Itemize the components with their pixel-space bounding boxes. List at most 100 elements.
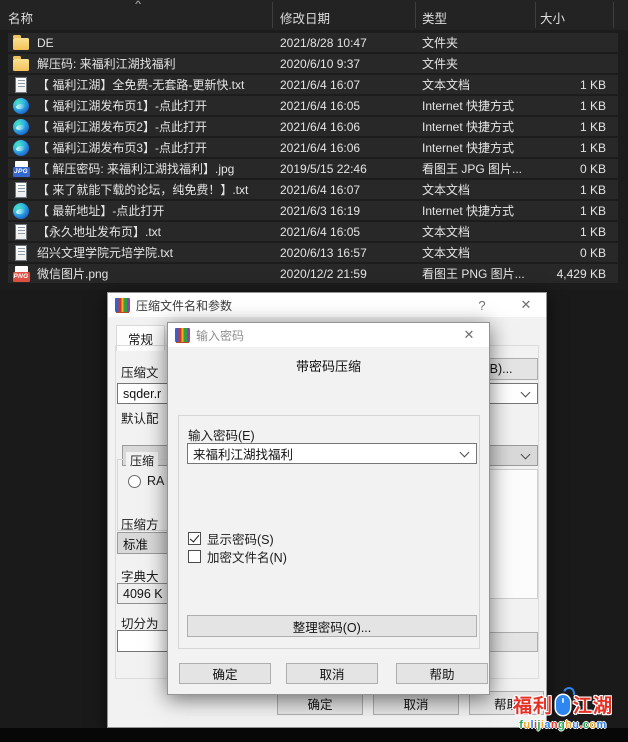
file-list: DE2021/8/28 10:47文件夹解压码: 来福利江湖找福利2020/6/… [8, 33, 618, 285]
file-name: DE [37, 36, 54, 50]
file-explorer-pane: ^ 名称 修改日期 类型 大小 DE2021/8/28 10:47文件夹解压码:… [0, 0, 628, 290]
edge-shortcut-icon [13, 140, 29, 156]
file-type: 看图王 PNG 图片... [415, 265, 535, 282]
file-size: 1 KB [535, 183, 618, 197]
password-dialog-title: 输入密码 [196, 327, 244, 344]
column-header-name[interactable]: 名称 [8, 8, 33, 27]
folder-icon [13, 59, 29, 71]
compression-method-label: 压缩方 [121, 514, 159, 533]
edge-shortcut-icon [13, 203, 29, 219]
file-size: 1 KB [535, 225, 618, 239]
file-name: 绍兴文理学院元培学院.txt [37, 244, 173, 261]
file-name: 【 福利江湖发布页1】-点此打开 [37, 97, 207, 114]
archive-dialog-titlebar: 压缩文件名和参数 ? ✕ [108, 293, 546, 317]
compression-method-value: 标准 [123, 534, 148, 553]
file-size: 0 KB [535, 162, 618, 176]
column-header-date[interactable]: 修改日期 [280, 8, 330, 27]
file-type: 文本文档 [415, 223, 535, 240]
show-password-checkbox[interactable]: 显示密码(S) [188, 529, 274, 548]
column-header-size[interactable]: 大小 [540, 8, 565, 27]
encrypt-names-label: 加密文件名(N) [207, 547, 287, 566]
file-date: 2020/12/2 21:59 [272, 267, 415, 281]
ok-button-label: 确定 [307, 694, 332, 713]
file-type: Internet 快捷方式 [415, 202, 535, 219]
file-name: 【永久地址发布页】.txt [37, 223, 161, 240]
file-row[interactable]: 【 福利江湖发布页2】-点此打开2021/6/4 16:06Internet 快… [8, 117, 618, 136]
archive-name-label: 压缩文 [121, 362, 159, 381]
file-row[interactable]: PNG 微信图片.png 2020/12/2 21:59看图王 PNG 图片...4… [8, 264, 618, 283]
column-divider[interactable] [613, 2, 614, 28]
file-date: 2021/8/28 10:47 [272, 36, 415, 50]
file-type: 文本文档 [415, 244, 535, 261]
file-row[interactable]: DE2021/8/28 10:47文件夹 [8, 33, 618, 52]
file-size: 0 KB [535, 246, 618, 260]
jpg-file-icon: JPG [15, 161, 28, 177]
password-combobox[interactable]: 来福利江湖找福利 [187, 443, 477, 464]
folder-icon [13, 38, 29, 50]
file-date: 2021/6/4 16:06 [272, 120, 415, 134]
password-dialog-header: 带密码压缩 [168, 356, 489, 375]
file-date: 2021/6/4 16:05 [272, 225, 415, 239]
format-rar-label: RA [147, 474, 164, 488]
file-type: Internet 快捷方式 [415, 118, 535, 135]
txt-file-icon [15, 77, 27, 93]
file-type: Internet 快捷方式 [415, 139, 535, 156]
file-row[interactable]: 解压码: 来福利江湖找福利2020/6/10 9:37文件夹 [8, 54, 618, 73]
file-size: 4,429 KB [535, 267, 618, 281]
file-date: 2021/6/4 16:07 [272, 183, 415, 197]
file-name: 解压码: 来福利江湖找福利 [37, 55, 176, 72]
column-header-type[interactable]: 类型 [422, 8, 447, 27]
cancel-button-label: 取消 [319, 664, 344, 683]
file-name: 【 最新地址】-点此打开 [37, 202, 164, 219]
help-button-label: 帮助 [429, 664, 454, 683]
radio-icon[interactable] [128, 475, 141, 488]
file-date: 2020/6/13 16:57 [272, 246, 415, 260]
file-row[interactable]: 【永久地址发布页】.txt 2021/6/4 16:05文本文档1 KB [8, 222, 618, 241]
file-row[interactable]: 【 最新地址】-点此打开2021/6/3 16:19Internet 快捷方式1… [8, 201, 618, 220]
file-row[interactable]: 【 福利江湖发布页1】-点此打开2021/6/4 16:05Internet 快… [8, 96, 618, 115]
winrar-icon [175, 328, 190, 342]
password-value: 来福利江湖找福利 [193, 444, 293, 463]
file-name: 微信图片.png [37, 265, 108, 282]
close-icon[interactable]: ✕ [456, 327, 482, 343]
organize-passwords-button[interactable]: 整理密码(O)... [187, 615, 477, 637]
password-dialog: 输入密码 ✕ 带密码压缩 输入密码(E) 来福利江湖找福利 显示密码(S) 加密… [167, 322, 490, 695]
file-name: 【 福利江湖发布页3】-点此打开 [37, 139, 207, 156]
dictionary-size-value: 4096 K [123, 587, 163, 601]
txt-file-icon [15, 245, 27, 261]
file-row[interactable]: 【 福利江湖发布页3】-点此打开2021/6/4 16:06Internet 快… [8, 138, 618, 157]
ok-button-label: 确定 [212, 664, 237, 683]
column-divider[interactable] [535, 2, 536, 28]
help-titlebar-button[interactable]: ? [469, 298, 495, 313]
checkbox-icon[interactable] [188, 550, 201, 563]
txt-file-icon [15, 224, 27, 240]
file-date: 2021/6/4 16:07 [272, 78, 415, 92]
format-rar-option[interactable]: RA [128, 474, 164, 488]
file-size: 1 KB [535, 120, 618, 134]
edge-shortcut-icon [13, 119, 29, 135]
file-row[interactable]: JPG【 解压密码: 来福利江湖找福利】.jpg2019/5/15 22:46看… [8, 159, 618, 178]
file-date: 2021/6/3 16:19 [272, 204, 415, 218]
close-icon[interactable]: ✕ [513, 297, 539, 313]
logo-text-right: 江湖 [573, 691, 613, 718]
ok-button[interactable]: 确定 [179, 663, 271, 684]
cancel-button[interactable]: 取消 [286, 663, 378, 684]
archive-name-value: sqder.r [123, 387, 161, 401]
png-file-icon: PNG [15, 266, 28, 282]
mouse-icon [556, 695, 570, 715]
site-watermark: 福利 江湖 fulijianghu.com [499, 691, 627, 731]
file-list-header: ^ 名称 修改日期 类型 大小 [0, 0, 628, 30]
encrypt-names-checkbox[interactable]: 加密文件名(N) [188, 547, 287, 566]
column-divider[interactable] [272, 2, 273, 28]
file-row[interactable]: 【 福利江湖】全免费-无套路-更新快.txt2021/6/4 16:07文本文档… [8, 75, 618, 94]
password-input-label: 输入密码(E) [188, 425, 255, 444]
file-name: 【 解压密码: 来福利江湖找福利】.jpg [37, 160, 234, 177]
file-size: 1 KB [535, 99, 618, 113]
txt-file-icon [15, 182, 27, 198]
column-divider[interactable] [415, 2, 416, 28]
file-row[interactable]: 【 来了就能下载的论坛，纯免费！】.txt2021/6/4 16:07文本文档1… [8, 180, 618, 199]
help-button[interactable]: 帮助 [396, 663, 488, 684]
file-row[interactable]: 绍兴文理学院元培学院.txt 2020/6/13 16:57文本文档0 KB [8, 243, 618, 262]
checkbox-icon[interactable] [188, 532, 201, 545]
file-date: 2021/6/4 16:05 [272, 99, 415, 113]
